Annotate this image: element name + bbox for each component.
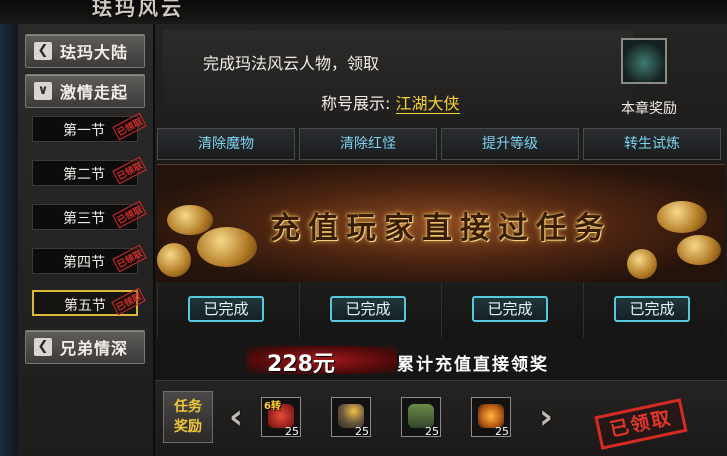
claimed-stamp: 已领取 bbox=[594, 398, 688, 450]
status-cell: 已完成 bbox=[299, 282, 437, 338]
status-cell: 已完成 bbox=[157, 282, 295, 338]
status-row: 已完成 已完成 已完成 已完成 bbox=[157, 282, 725, 338]
banner-title: 珐玛风云 bbox=[92, 0, 184, 20]
task-tabs: 清除魔物 清除红怪 提升等级 转生试炼 bbox=[157, 128, 725, 160]
claimed-stamp-icon: 已领取 bbox=[112, 244, 147, 273]
game-window: 珐玛风云 ❮ 珐玛大陆 ∨ 激情走起 第一节 已领取 第二节 已领取 第三节 已… bbox=[0, 0, 727, 456]
category-brotherhood[interactable]: ❮ 兄弟情深 bbox=[25, 330, 145, 364]
task-description: 完成玛法风云人物，领取 bbox=[203, 54, 380, 73]
recharge-amount: 228元 bbox=[267, 352, 335, 377]
section-1-button[interactable]: 第一节 已领取 bbox=[32, 112, 147, 142]
left-edge-decoration bbox=[0, 24, 18, 456]
reward-item[interactable]: 6转 25 bbox=[261, 397, 301, 438]
section-label: 第三节 bbox=[63, 211, 105, 227]
section-2-button[interactable]: 第二节 已领取 bbox=[32, 156, 147, 186]
completed-button[interactable]: 已完成 bbox=[188, 296, 264, 322]
chapter-reward-label: 本章奖励 bbox=[621, 101, 677, 117]
section-label: 第五节 bbox=[64, 298, 106, 314]
section-4-button[interactable]: 第四节 已领取 bbox=[32, 244, 147, 274]
tab-rebirth-trial[interactable]: 转生试炼 bbox=[583, 128, 721, 160]
section-5-button[interactable]: 第五节 已领取 bbox=[32, 287, 146, 316]
rewards-bar: 任务 奖励 ‹ 6转 25 25 25 25 › 已领取 bbox=[155, 380, 727, 456]
section-3-button[interactable]: 第三节 已领取 bbox=[32, 200, 147, 230]
task-rewards-label: 任务 奖励 bbox=[163, 391, 213, 443]
reward-item[interactable]: 25 bbox=[471, 397, 511, 438]
category-label: 兄弟情深 bbox=[60, 339, 129, 358]
task-header: 完成玛法风云人物，领取 称号展示: 江湖大侠 bbox=[163, 30, 633, 120]
title-value-link[interactable]: 江湖大侠 bbox=[395, 94, 460, 114]
chevron-left-icon: ❮ bbox=[34, 42, 52, 60]
completed-button[interactable]: 已完成 bbox=[614, 296, 690, 322]
claimed-stamp-icon: 已领取 bbox=[112, 156, 147, 185]
next-arrow-icon[interactable]: › bbox=[535, 397, 557, 441]
coin-icon bbox=[627, 249, 657, 279]
category-fama-continent[interactable]: ❮ 珐玛大陆 bbox=[25, 34, 145, 68]
item-quantity: 25 bbox=[495, 425, 509, 438]
category-label: 激情走起 bbox=[60, 83, 129, 102]
reward-label-line: 奖励 bbox=[174, 419, 202, 435]
main-panel: 完成玛法风云人物，领取 称号展示: 江湖大侠 本章奖励 清除魔物 清除红怪 提升… bbox=[155, 24, 727, 456]
recharge-row: 228元 累计充值直接领奖 bbox=[157, 340, 725, 380]
completed-button[interactable]: 已完成 bbox=[472, 296, 548, 322]
title-label: 称号展示: bbox=[321, 94, 391, 113]
prev-arrow-icon[interactable]: ‹ bbox=[225, 397, 247, 441]
section-label: 第一节 bbox=[63, 123, 105, 139]
sidebar: ❮ 珐玛大陆 ∨ 激情走起 第一节 已领取 第二节 已领取 第三节 已领取 第四… bbox=[18, 24, 155, 456]
claimed-stamp-icon: 已领取 bbox=[112, 112, 147, 141]
chevron-left-icon: ❮ bbox=[34, 338, 52, 356]
tab-clear-red-monsters[interactable]: 清除红怪 bbox=[299, 128, 437, 160]
category-label: 珐玛大陆 bbox=[60, 43, 129, 62]
reward-item[interactable]: 25 bbox=[331, 397, 371, 438]
tab-clear-monsters[interactable]: 清除魔物 bbox=[157, 128, 295, 160]
section-label: 第四节 bbox=[63, 255, 105, 271]
section-label: 第二节 bbox=[63, 167, 105, 183]
status-cell: 已完成 bbox=[583, 282, 721, 338]
claimed-stamp-icon: 已领取 bbox=[112, 200, 147, 229]
chapter-reward[interactable]: 本章奖励 bbox=[613, 36, 685, 120]
coin-icon bbox=[157, 243, 191, 277]
status-cell: 已完成 bbox=[441, 282, 579, 338]
item-quantity: 25 bbox=[425, 425, 439, 438]
reward-label-line: 任务 bbox=[174, 399, 202, 415]
top-banner: 珐玛风云 bbox=[0, 0, 727, 24]
completed-button[interactable]: 已完成 bbox=[330, 296, 406, 322]
promo-text: 充值玩家直接过任务 bbox=[270, 211, 612, 246]
item-quantity: 25 bbox=[285, 425, 299, 438]
tab-level-up[interactable]: 提升等级 bbox=[441, 128, 579, 160]
claimed-stamp-icon: 已领取 bbox=[111, 287, 146, 316]
chevron-down-icon: ∨ bbox=[34, 82, 52, 100]
item-tag: 6转 bbox=[264, 401, 281, 412]
reward-item[interactable]: 25 bbox=[401, 397, 441, 438]
recharge-description: 累计充值直接领奖 bbox=[397, 355, 549, 375]
chapter-reward-icon[interactable] bbox=[621, 38, 667, 84]
category-passion[interactable]: ∨ 激情走起 bbox=[25, 74, 145, 108]
title-row: 称号展示: 江湖大侠 bbox=[321, 90, 460, 114]
item-quantity: 25 bbox=[355, 425, 369, 438]
promo-banner: 充值玩家直接过任务 bbox=[157, 164, 725, 284]
